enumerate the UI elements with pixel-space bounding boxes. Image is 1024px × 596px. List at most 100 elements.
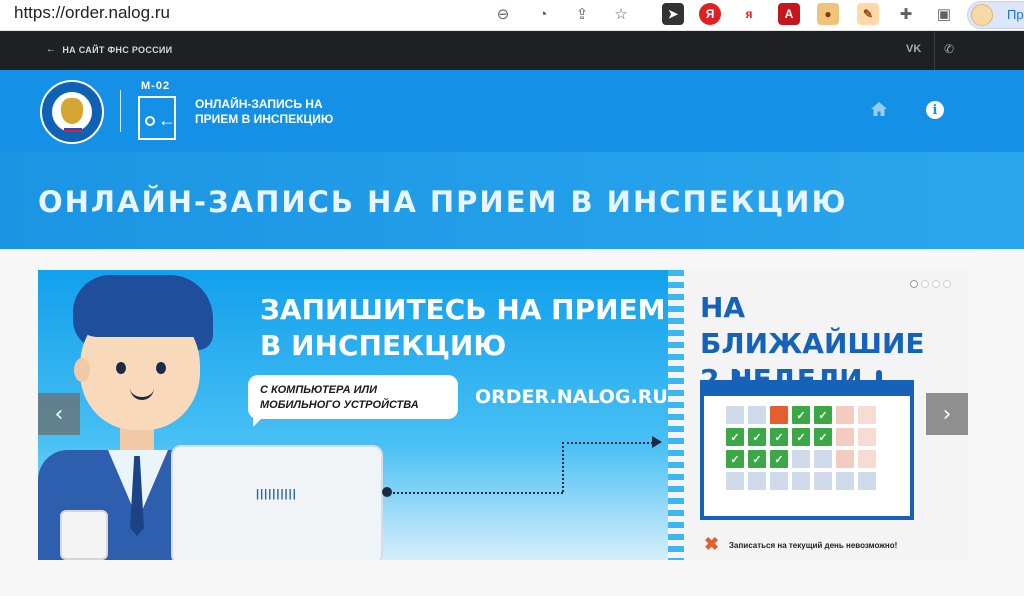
path-arrow-icon bbox=[652, 436, 662, 448]
calendar-ring bbox=[734, 370, 740, 392]
page-title-banner: ОНЛАЙН-ЗАПИСЬ НА ПРИЕМ В ИНСПЕКЦИЮ bbox=[0, 152, 1024, 249]
calendar-day-available: ✓ bbox=[748, 450, 766, 468]
weeks-line-1: НА БЛИЖАЙШИЕ bbox=[700, 291, 925, 360]
browser-toolbar: https://order.nalog.ru ⊖ ◔ ⇪ ☆ ➤ Я я A ●… bbox=[0, 0, 1024, 31]
page-title: ОНЛАЙН-ЗАПИСЬ НА ПРИЕМ В ИНСПЕКЦИЮ bbox=[38, 185, 848, 219]
calendar-day-available: ✓ bbox=[792, 406, 810, 424]
brand-line-2: ПРИЕМ В ИНСПЕКЦИЮ bbox=[195, 112, 334, 126]
calendar-grid: ✓ ✓ ✓ ✓ ✓ ✓ ✓ ✓ ✓ ✓ bbox=[726, 406, 876, 490]
calendar-day bbox=[748, 406, 766, 424]
service-brand-title[interactable]: ОНЛАЙН-ЗАПИСЬ НА ПРИЕМ В ИНСПЕКЦИЮ bbox=[195, 97, 333, 127]
slider-dot[interactable] bbox=[932, 280, 940, 288]
speed-icon[interactable]: ◔ bbox=[532, 3, 554, 25]
vk-icon[interactable]: VK bbox=[906, 43, 921, 55]
arrow-left-icon: ← bbox=[158, 110, 176, 130]
slider-prev-button[interactable]: ‹ bbox=[38, 393, 80, 435]
back-link-label: НА САЙТ ФНС РОССИИ bbox=[62, 44, 173, 55]
bubble-line-2: МОБИЛЬНОГО УСТРОЙСТВА bbox=[260, 399, 419, 411]
phone-illustration bbox=[60, 510, 108, 560]
form-code: М-02 bbox=[141, 80, 171, 92]
zoom-icon[interactable]: ⊖ bbox=[492, 3, 514, 25]
close-x-icon: ✖ bbox=[704, 534, 720, 554]
headline-line-2: В ИНСПЕКЦИЮ bbox=[260, 329, 507, 362]
calendar-day bbox=[836, 472, 854, 490]
promo-slider: |||||||||| ЗАПИШИТЕСЬ НА ПРИЕМ В ИНСПЕКЦ… bbox=[38, 270, 968, 560]
brand-line-1: ОНЛАЙН-ЗАПИСЬ НА bbox=[195, 97, 323, 111]
header-divider bbox=[120, 90, 121, 132]
laptop-illustration bbox=[171, 445, 383, 560]
man-eye-left bbox=[116, 362, 126, 374]
speech-bubble: С КОМПЬЮТЕРА ИЛИ МОБИЛЬНОГО УСТРОЙСТВА bbox=[248, 375, 458, 419]
calendar-day-available: ✓ bbox=[770, 428, 788, 446]
calendar-day-available: ✓ bbox=[792, 428, 810, 446]
calendar-day bbox=[858, 472, 876, 490]
calendar-day bbox=[726, 406, 744, 424]
extensions-puzzle-icon[interactable]: ✚ bbox=[895, 3, 917, 25]
site-address: ORDER.NALOG.RU bbox=[475, 386, 668, 408]
calendar-day bbox=[814, 472, 832, 490]
calendar-day bbox=[792, 450, 810, 468]
calendar-day bbox=[814, 450, 832, 468]
speech-bubble-tail bbox=[253, 413, 267, 427]
calendar-day bbox=[858, 428, 876, 446]
side-panel-icon[interactable]: ▣ bbox=[933, 3, 955, 25]
calendar-day bbox=[792, 472, 810, 490]
dotted-path-2 bbox=[562, 442, 564, 492]
slide-headline: ЗАПИШИТЕСЬ НА ПРИЕМ В ИНСПЕКЦИЮ bbox=[260, 292, 666, 364]
extension-yandex-text-icon[interactable]: я bbox=[738, 3, 760, 25]
calendar-day bbox=[748, 472, 766, 490]
calendar-day-available: ✓ bbox=[814, 406, 832, 424]
slide-left-panel: |||||||||| ЗАПИШИТЕСЬ НА ПРИЕМ В ИНСПЕКЦ… bbox=[38, 270, 676, 560]
phone-icon[interactable]: ✆ bbox=[944, 42, 954, 56]
man-ear bbox=[74, 358, 90, 382]
calendar-day bbox=[726, 472, 744, 490]
clock-icon bbox=[145, 116, 155, 126]
calendar-day bbox=[836, 450, 854, 468]
calendar-day-available: ✓ bbox=[726, 450, 744, 468]
calendar-day-available: ✓ bbox=[770, 450, 788, 468]
same-day-warning: Записаться на текущий день невозможно! bbox=[729, 541, 898, 550]
russian-flag-icon bbox=[64, 126, 82, 132]
home-icon[interactable] bbox=[870, 100, 888, 118]
calendar-illustration: ✓ ✓ ✓ ✓ ✓ ✓ ✓ ✓ ✓ ✓ bbox=[700, 370, 914, 520]
profile-label: Пр bbox=[1007, 7, 1024, 22]
fns-emblem-logo[interactable] bbox=[40, 80, 104, 144]
site-header: М-02 ← ОНЛАЙН-ЗАПИСЬ НА ПРИЕМ В ИНСПЕКЦИ… bbox=[0, 70, 1024, 152]
extension-yandex-icon[interactable]: Я bbox=[699, 3, 721, 25]
extension-arrow-icon[interactable]: ➤ bbox=[662, 3, 684, 25]
arrow-left-icon: ← bbox=[46, 44, 57, 55]
share-icon[interactable]: ⇪ bbox=[571, 3, 593, 25]
back-to-fns-link[interactable]: ← НА САЙТ ФНС РОССИИ bbox=[46, 44, 172, 55]
address-bar[interactable]: https://order.nalog.ru bbox=[14, 3, 170, 23]
avatar bbox=[971, 4, 993, 26]
door-entry-icon: ← bbox=[138, 96, 176, 140]
nav-separator bbox=[934, 31, 935, 70]
slider-dot[interactable] bbox=[943, 280, 951, 288]
laptop-logo: |||||||||| bbox=[256, 488, 297, 500]
top-navigation: ← НА САЙТ ФНС РОССИИ VK ✆ bbox=[0, 31, 1024, 70]
calendar-day-available: ✓ bbox=[726, 428, 744, 446]
slider-pagination bbox=[910, 280, 951, 288]
calendar-day bbox=[858, 406, 876, 424]
calendar-day bbox=[770, 472, 788, 490]
extension-pdf-icon[interactable]: A bbox=[778, 3, 800, 25]
slider-dot[interactable] bbox=[921, 280, 929, 288]
calendar-day bbox=[858, 450, 876, 468]
calendar-day-available: ✓ bbox=[748, 428, 766, 446]
slide-zigzag-edge bbox=[668, 270, 684, 560]
calendar-day bbox=[836, 406, 854, 424]
calendar-ring bbox=[876, 370, 882, 392]
slider-dot[interactable] bbox=[910, 280, 918, 288]
man-eye-right bbox=[156, 362, 166, 374]
extension-tool-icon[interactable]: ✎ bbox=[857, 3, 879, 25]
dotted-path-3 bbox=[562, 442, 657, 444]
profile-button[interactable]: Пр bbox=[967, 1, 1024, 29]
extension-cookie-icon[interactable]: ● bbox=[817, 3, 839, 25]
info-icon[interactable]: i bbox=[926, 101, 944, 119]
calendar-day bbox=[836, 428, 854, 446]
slider-next-button[interactable]: › bbox=[926, 393, 968, 435]
dotted-path-1 bbox=[388, 492, 563, 494]
headline-line-1: ЗАПИШИТЕСЬ НА ПРИЕМ bbox=[260, 293, 666, 326]
man-hair-top bbox=[73, 275, 213, 337]
bookmark-star-icon[interactable]: ☆ bbox=[610, 3, 632, 25]
